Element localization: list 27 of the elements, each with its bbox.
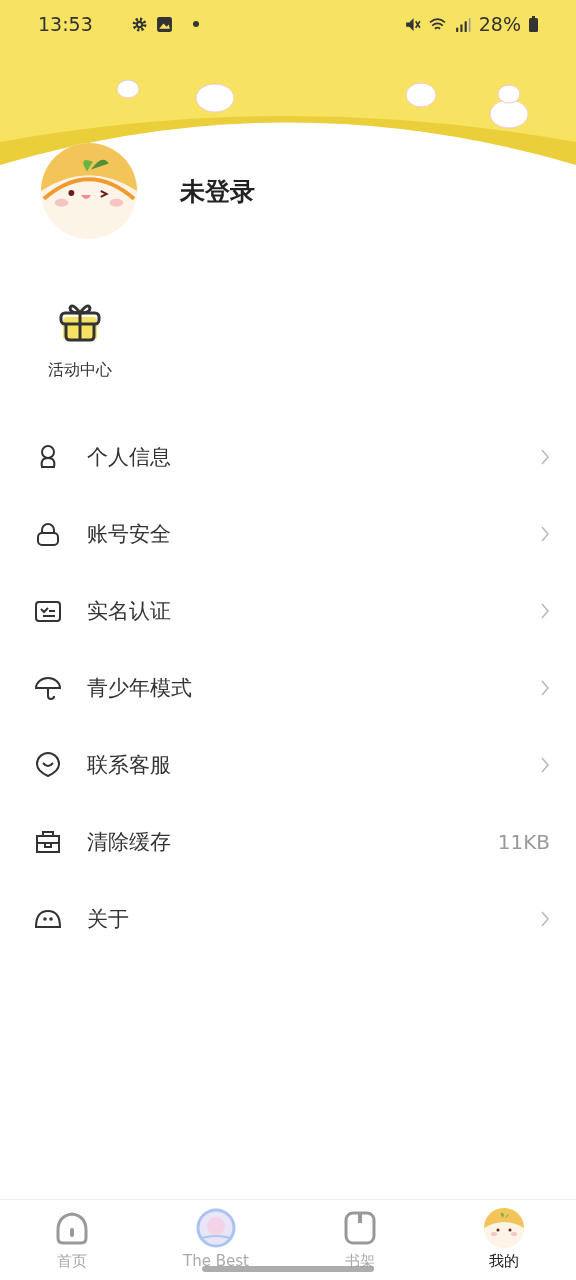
chevron-right-icon	[540, 678, 550, 697]
chevron-right-icon	[540, 524, 550, 543]
menu-item[interactable]: 联系客服	[0, 726, 576, 803]
avatar-icon	[484, 1208, 524, 1248]
chevron-right-icon	[540, 909, 550, 928]
chevron-right-icon	[540, 601, 550, 620]
menu-item[interactable]: 个人信息	[0, 418, 576, 495]
menu-item[interactable]: 关于	[0, 880, 576, 957]
mute-icon	[403, 15, 421, 33]
chevron-right-icon	[540, 755, 550, 774]
battery-percentage: 28%	[478, 13, 521, 35]
badge-icon	[196, 1208, 236, 1248]
menu-item[interactable]: 清除缓存 11KB	[0, 803, 576, 880]
menu-item[interactable]: 实名认证	[0, 572, 576, 649]
activity-center-shortcut[interactable]: 活动中心	[48, 300, 112, 381]
smile-bubble-icon	[34, 750, 62, 779]
menu-item[interactable]: 账号安全	[0, 495, 576, 572]
gear-icon	[130, 15, 148, 33]
menu-item[interactable]: 青少年模式	[0, 649, 576, 726]
battery-icon	[529, 16, 538, 32]
cache-size: 11KB	[497, 829, 550, 854]
tab[interactable]: 我的	[432, 1200, 576, 1280]
signal-icon	[453, 15, 471, 33]
chevron-right-icon	[540, 447, 550, 466]
notification-dot-icon	[192, 21, 199, 27]
username: 未登录	[180, 175, 255, 208]
status-time: 13:53	[38, 13, 93, 35]
